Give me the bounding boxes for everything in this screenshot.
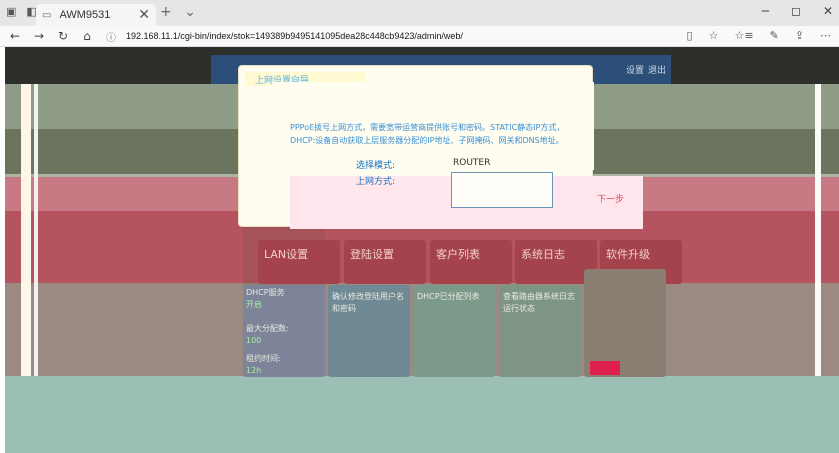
- lease-time-label: 租约时间:: [246, 354, 281, 363]
- browser-tab-bar: ▣ ◧ ▭ AWM9531 ✕ + ⌄ ─ ◻ ✕: [0, 0, 839, 26]
- artifact-block: [590, 361, 620, 375]
- tile-title: 软件升级: [606, 248, 650, 261]
- tile-title: 系统日志: [521, 248, 565, 261]
- log-info-tile[interactable]: 查看路由器系统日志运行状态: [499, 285, 581, 377]
- glitch-band-bottom: [5, 376, 839, 453]
- favorites-hub-icon[interactable]: ☆≡: [734, 29, 753, 42]
- max-assign-value: 100: [246, 336, 262, 345]
- share-icon[interactable]: ⇪: [795, 29, 804, 42]
- mode-label: 选择模式:: [356, 161, 396, 171]
- dhcp-label: DHCP服务: [246, 288, 285, 297]
- header-settings-link[interactable]: 设置: [626, 63, 644, 76]
- tile-title: LAN设置: [264, 248, 309, 261]
- forward-icon[interactable]: →: [30, 29, 48, 43]
- wan-label: 上网方式:: [356, 177, 396, 187]
- artifact-stripe: [21, 84, 31, 376]
- dialog-desc-line1: PPPoE拨号上网方式，需要宽带运营商提供账号和密码。STATIC静态IP方式，: [290, 123, 565, 132]
- tile-description: 查看路由器系统日志运行状态: [503, 292, 575, 313]
- home-icon[interactable]: ⌂: [78, 29, 96, 43]
- max-assign-label: 最大分配数:: [246, 324, 289, 333]
- tile-title: 客户列表: [436, 248, 480, 261]
- wan-mode-select[interactable]: [451, 172, 553, 208]
- artifact-stripe: [34, 84, 38, 376]
- client-info-tile[interactable]: DHCP已分配列表: [413, 285, 495, 377]
- address-actions: ▯ ☆ ☆≡ ✎ ⇪ ⋯: [687, 29, 831, 42]
- address-bar: ← → ↻ ⌂ ⓘ 192.168.11.1/cgi-bin/index/sto…: [0, 26, 839, 47]
- refresh-icon[interactable]: ↻: [54, 29, 72, 43]
- next-button[interactable]: 下一步: [597, 192, 624, 205]
- dialog-desc-line2: DHCP:设备自动获取上层服务器分配的IP地址、子网掩码、网关和DNS地址。: [290, 136, 564, 145]
- reading-view-icon[interactable]: ▯: [687, 29, 693, 42]
- maximize-icon[interactable]: ◻: [791, 4, 801, 18]
- window-controls: ─ ◻ ✕: [762, 4, 833, 18]
- info-icon[interactable]: ⓘ: [106, 29, 116, 44]
- tab-close-icon[interactable]: ✕: [138, 7, 150, 23]
- tab-manager-icon[interactable]: ▣: [6, 5, 16, 18]
- header-logout-link[interactable]: 退出: [648, 63, 666, 76]
- tile-client-list[interactable]: 客户列表: [430, 240, 512, 284]
- artifact-stripe: [815, 84, 821, 376]
- tile-login-settings[interactable]: 登陆设置: [344, 240, 426, 284]
- tab-actions-right: + ⌄: [160, 4, 196, 20]
- dhcp-value: 开启: [246, 300, 262, 309]
- tab-list-chevron-icon[interactable]: ⌄: [184, 4, 196, 20]
- new-tab-button[interactable]: +: [160, 4, 172, 20]
- page-icon: ▭: [42, 9, 52, 21]
- notes-pen-icon[interactable]: ✎: [770, 29, 779, 42]
- dhcp-info-tile: DHCP服务 开启 最大分配数: 100 租约时间: 12h: [243, 285, 325, 377]
- tab-title: AWM9531: [59, 9, 111, 21]
- tile-description: DHCP已分配列表: [417, 292, 480, 301]
- lease-time-value: 12h: [246, 366, 262, 375]
- tile-lan-settings[interactable]: LAN设置: [258, 240, 340, 284]
- window-close-icon[interactable]: ✕: [823, 4, 833, 18]
- dialog-description: PPPoE拨号上网方式，需要宽带运营商提供账号和密码。STATIC静态IP方式，…: [290, 121, 580, 147]
- more-menu-icon[interactable]: ⋯: [820, 29, 831, 42]
- mode-value: ROUTER: [453, 158, 491, 168]
- browser-tab[interactable]: ▭ AWM9531 ✕: [36, 4, 156, 26]
- back-icon[interactable]: ←: [6, 29, 24, 43]
- tile-description: 确认修改登陆用户名和密码: [332, 292, 404, 313]
- favorite-star-icon[interactable]: ☆: [709, 29, 719, 42]
- login-info-tile[interactable]: 确认修改登陆用户名和密码: [328, 285, 410, 377]
- minimize-icon[interactable]: ─: [762, 4, 769, 18]
- tab-actions-left: ▣ ◧: [6, 5, 37, 18]
- url-field[interactable]: 192.168.11.1/cgi-bin/index/stok=149389b9…: [126, 31, 463, 41]
- tile-title: 登陆设置: [350, 248, 394, 261]
